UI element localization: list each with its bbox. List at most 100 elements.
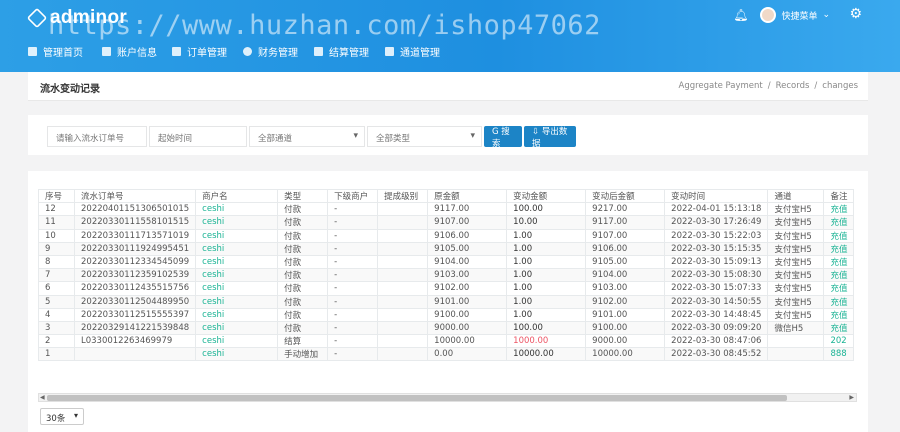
list-icon [172, 47, 181, 56]
breadcrumb-sep: / [767, 81, 771, 91]
scroll-left-arrow[interactable]: ◀ [40, 394, 45, 401]
table-row[interactable]: 3 20220329141221539848 ceshi 付款 - 9000.00 100.… [38, 320, 855, 336]
table-row[interactable]: 8 20220330112334545099 ceshi 付款 - 9104.00 1.00… [38, 254, 855, 270]
table-cell: 9000.00 [585, 334, 666, 349]
table-cell: 9102.00 [585, 294, 666, 309]
table-cell: 支付宝H5 [767, 281, 825, 296]
table-row[interactable]: 6 20220330112435515756 ceshi 付款 - 9102.00 1.00… [38, 281, 855, 296]
table-cell: 付款 [277, 215, 329, 230]
search-button[interactable]: G 搜索 [484, 126, 522, 149]
table-cell: 8 [38, 254, 75, 270]
table-row[interactable]: 4 20220330112515555397 ceshi 付款 - 9100.00 1.00… [38, 307, 855, 322]
table-cell: 7 [38, 268, 75, 283]
user-menu-label: 快捷菜单 [781, 11, 818, 22]
table-cell: 付款 [277, 307, 329, 322]
table-cell: 12 [38, 202, 75, 217]
table-cell: 2022-04-01 15:13:18 [664, 202, 769, 217]
nav-home[interactable]: 管理首页 [28, 44, 102, 59]
scroll-right-arrow[interactable]: ▶ [849, 394, 854, 401]
table-cell: 0.00 [427, 347, 508, 362]
table-cell: 20220401151306501015 [73, 202, 197, 217]
table-cell: 付款 [277, 202, 329, 217]
column-header: 类型 [277, 189, 329, 204]
table-row[interactable]: 10 20220330111713571019 ceshi 付款 - 9106.00 1.0… [38, 228, 855, 243]
column-header: 通道 [767, 189, 825, 204]
gear-icon[interactable]: ⚙︎ [849, 6, 862, 22]
table-cell: - [327, 228, 379, 243]
nav-channel[interactable]: 通道管理 [385, 44, 455, 59]
table-cell: 20220330111558101515 [73, 215, 197, 230]
table-cell: 3 [38, 320, 75, 336]
table-cell: - [327, 241, 379, 256]
nav-account[interactable]: 账户信息 [102, 44, 172, 59]
table-row[interactable]: 1 ceshi 手动增加 -0.00 10000.00 10000.00 2022-03-3… [38, 347, 855, 362]
table-row[interactable]: 11 20220330111558101515 ceshi 付款 - 9107.00 10.… [38, 215, 855, 230]
table-cell: - [327, 294, 379, 309]
nav-label: 结算管理 [329, 48, 369, 59]
type-select[interactable]: 全部类型 [367, 126, 482, 147]
table-cell: 1.00 [506, 307, 587, 322]
table-cell: ceshi [195, 241, 279, 256]
table-cell: 20220329141221539848 [73, 320, 197, 336]
table-cell: 20220330111713571019 [73, 228, 197, 243]
table-cell: 9117.00 [585, 215, 666, 230]
table-cell: 1.00 [506, 294, 587, 309]
table-cell [377, 347, 429, 362]
table-cell: 20220330112435515756 [73, 281, 197, 296]
table-cell: 9105.00 [427, 241, 508, 256]
table-cell: 20220330112515555397 [73, 307, 197, 322]
table-row[interactable]: 7 20220330112359102539 ceshi 付款 - 9103.00 1.00… [38, 268, 855, 283]
column-header: 流水订单号 [73, 189, 197, 204]
breadcrumb-item[interactable]: Aggregate Payment [679, 81, 763, 91]
table-cell [377, 254, 429, 270]
table-cell: ceshi [195, 254, 279, 270]
table-row[interactable]: 9 20220330111924995451 ceshi 付款 - 9105.00 1.00… [38, 241, 855, 256]
table-cell: 9103.00 [427, 268, 508, 283]
page-size-select[interactable]: 30条 [40, 408, 84, 425]
table-cell: 20220330111924995451 [73, 241, 197, 256]
column-header: 提成级别 [377, 189, 429, 204]
table-cell: 9000.00 [427, 320, 508, 336]
export-button[interactable]: ⇩ 导出数据 [524, 126, 576, 149]
bell-icon[interactable]: 🔔︎ [733, 8, 748, 22]
table-cell: 9 [38, 241, 75, 256]
table-cell: 1.00 [506, 241, 587, 256]
scroll-thumb[interactable] [47, 395, 787, 401]
column-header: 变动金额 [506, 189, 587, 204]
table-cell: 支付宝H5 [767, 228, 825, 243]
table-cell: ceshi [195, 215, 279, 230]
table-cell [377, 241, 429, 256]
table-scroll-area[interactable]: 序号 流水订单号 商户名 类型 下级商户 提成级别 原金额 变动金额 变动后金额 变动时间 通道 备注… [38, 189, 857, 403]
nav-finance[interactable]: 财务管理 [243, 44, 314, 59]
table-row[interactable]: 2 L0330012263469979 ceshi 结算 - 10000.00 1000.0… [38, 334, 855, 349]
column-header: 商户名 [195, 189, 279, 204]
nav-label: 管理首页 [43, 48, 83, 59]
nav-orders[interactable]: 订单管理 [172, 44, 243, 59]
table-cell: ceshi [195, 320, 279, 336]
table-cell: 2022-03-30 15:08:30 [664, 268, 769, 283]
table-cell: 9106.00 [585, 241, 666, 256]
channel-select[interactable]: 全部通道 [249, 126, 365, 147]
table-cell: ceshi [195, 228, 279, 243]
horizontal-scrollbar[interactable]: ◀ ▶ [38, 393, 857, 402]
table-cell: 付款 [277, 320, 329, 336]
table-card: 序号 流水订单号 商户名 类型 下级商户 提成级别 原金额 变动金额 变动后金额 变动时间 通道 备注… [28, 171, 868, 432]
table-cell: 支付宝H5 [767, 215, 825, 230]
nav-settlement[interactable]: 结算管理 [314, 44, 385, 59]
breadcrumb-item[interactable]: Records [776, 81, 810, 91]
table-cell: 充值 [823, 294, 855, 309]
table-cell [377, 334, 429, 349]
table-row[interactable]: 12 20220401151306501015 ceshi 付款 - 9117.00 100… [38, 202, 855, 217]
table-cell: - [327, 254, 379, 270]
table-row[interactable]: 5 20220330112504489950 ceshi 付款 - 9101.00 1.00… [38, 294, 855, 309]
table-cell: 6 [38, 281, 75, 296]
column-header: 下级商户 [327, 189, 379, 204]
table-cell: 9104.00 [427, 254, 508, 270]
table-cell: 20220330112359102539 [73, 268, 197, 283]
page-size-value: 30条 [46, 414, 66, 424]
table-cell: 1.00 [506, 254, 587, 270]
order-search-input[interactable]: 请输入流水订单号 [47, 126, 147, 147]
table-cell [377, 281, 429, 296]
start-date-input[interactable]: 起始时间 [149, 126, 247, 147]
user-menu[interactable]: 快捷菜单 ⌄ [760, 7, 830, 23]
